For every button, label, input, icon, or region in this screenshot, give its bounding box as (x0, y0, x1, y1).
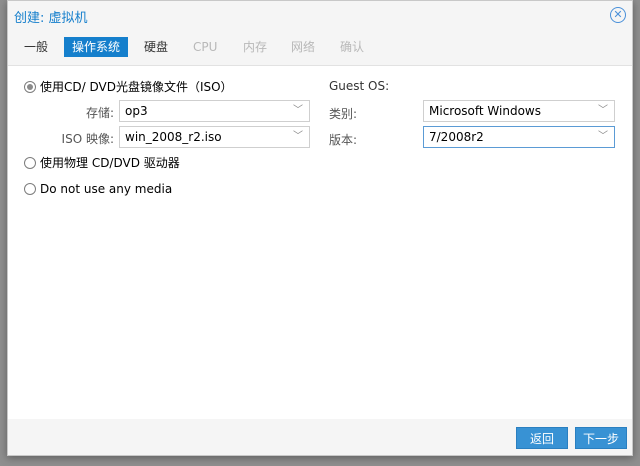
os-type-select[interactable]: Microsoft Windows ﹀ (423, 100, 615, 122)
tab-confirm: 确认 (340, 40, 365, 54)
chevron-down-icon[interactable]: ﹀ (293, 101, 303, 121)
os-version-label: 版本: (329, 133, 358, 147)
radio-unchecked-icon[interactable] (24, 157, 36, 169)
chevron-down-icon[interactable]: ﹀ (598, 101, 608, 121)
radio-no-media-label: Do not use any media (40, 182, 173, 196)
tab-general[interactable]: 一般 (16, 37, 56, 57)
os-version-value: 7/2008r2 (429, 130, 484, 144)
create-vm-dialog: 创建: 虚拟机 ✕ 一般 操作系统 硬盘 CPU 内存 网络 确认 使用CD/ … (7, 0, 633, 456)
next-button[interactable]: 下一步 (575, 427, 627, 449)
chevron-down-icon[interactable]: ﹀ (293, 127, 303, 147)
radio-no-media[interactable]: Do not use any media (24, 180, 172, 198)
guest-os-heading: Guest OS: (329, 79, 390, 93)
tab-network: 网络 (291, 40, 316, 54)
tab-memory: 内存 (243, 40, 268, 54)
os-version-select[interactable]: 7/2008r2 ﹀ (423, 126, 615, 148)
radio-use-iso-label: 使用CD/ DVD光盘镜像文件（ISO） (40, 80, 233, 94)
storage-label: 存储: (85, 106, 114, 120)
tab-harddisk[interactable]: 硬盘 (136, 37, 176, 57)
radio-checked-icon[interactable] (24, 81, 36, 93)
dialog-title: 创建: 虚拟机 (14, 11, 88, 26)
storage-value: op3 (125, 104, 148, 118)
tab-bar: 一般 操作系统 硬盘 CPU 内存 网络 确认 (8, 35, 632, 59)
radio-unchecked-icon[interactable] (24, 183, 36, 195)
storage-select[interactable]: op3 ﹀ (119, 100, 310, 122)
tab-os[interactable]: 操作系统 (64, 37, 129, 57)
dialog-footer: 返回 下一步 (8, 419, 632, 455)
radio-use-iso[interactable]: 使用CD/ DVD光盘镜像文件（ISO） (24, 78, 233, 96)
chevron-down-icon[interactable]: ﹀ (598, 127, 608, 147)
close-icon[interactable]: ✕ (610, 7, 626, 23)
radio-physical-drive-label: 使用物理 CD/DVD 驱动器 (40, 156, 180, 170)
os-panel: 使用CD/ DVD光盘镜像文件（ISO） 存储: op3 ﹀ ISO 映像: w… (8, 65, 632, 419)
dialog-titlebar: 创建: 虚拟机 ✕ (8, 1, 632, 31)
os-type-label: 类别: (329, 107, 358, 121)
iso-label: ISO 映像: (61, 132, 114, 146)
iso-value: win_2008_r2.iso (125, 130, 222, 144)
radio-physical-drive[interactable]: 使用物理 CD/DVD 驱动器 (24, 154, 180, 172)
back-button[interactable]: 返回 (516, 427, 568, 449)
iso-select[interactable]: win_2008_r2.iso ﹀ (119, 126, 310, 148)
tab-cpu: CPU (193, 40, 218, 54)
os-type-value: Microsoft Windows (429, 104, 541, 118)
